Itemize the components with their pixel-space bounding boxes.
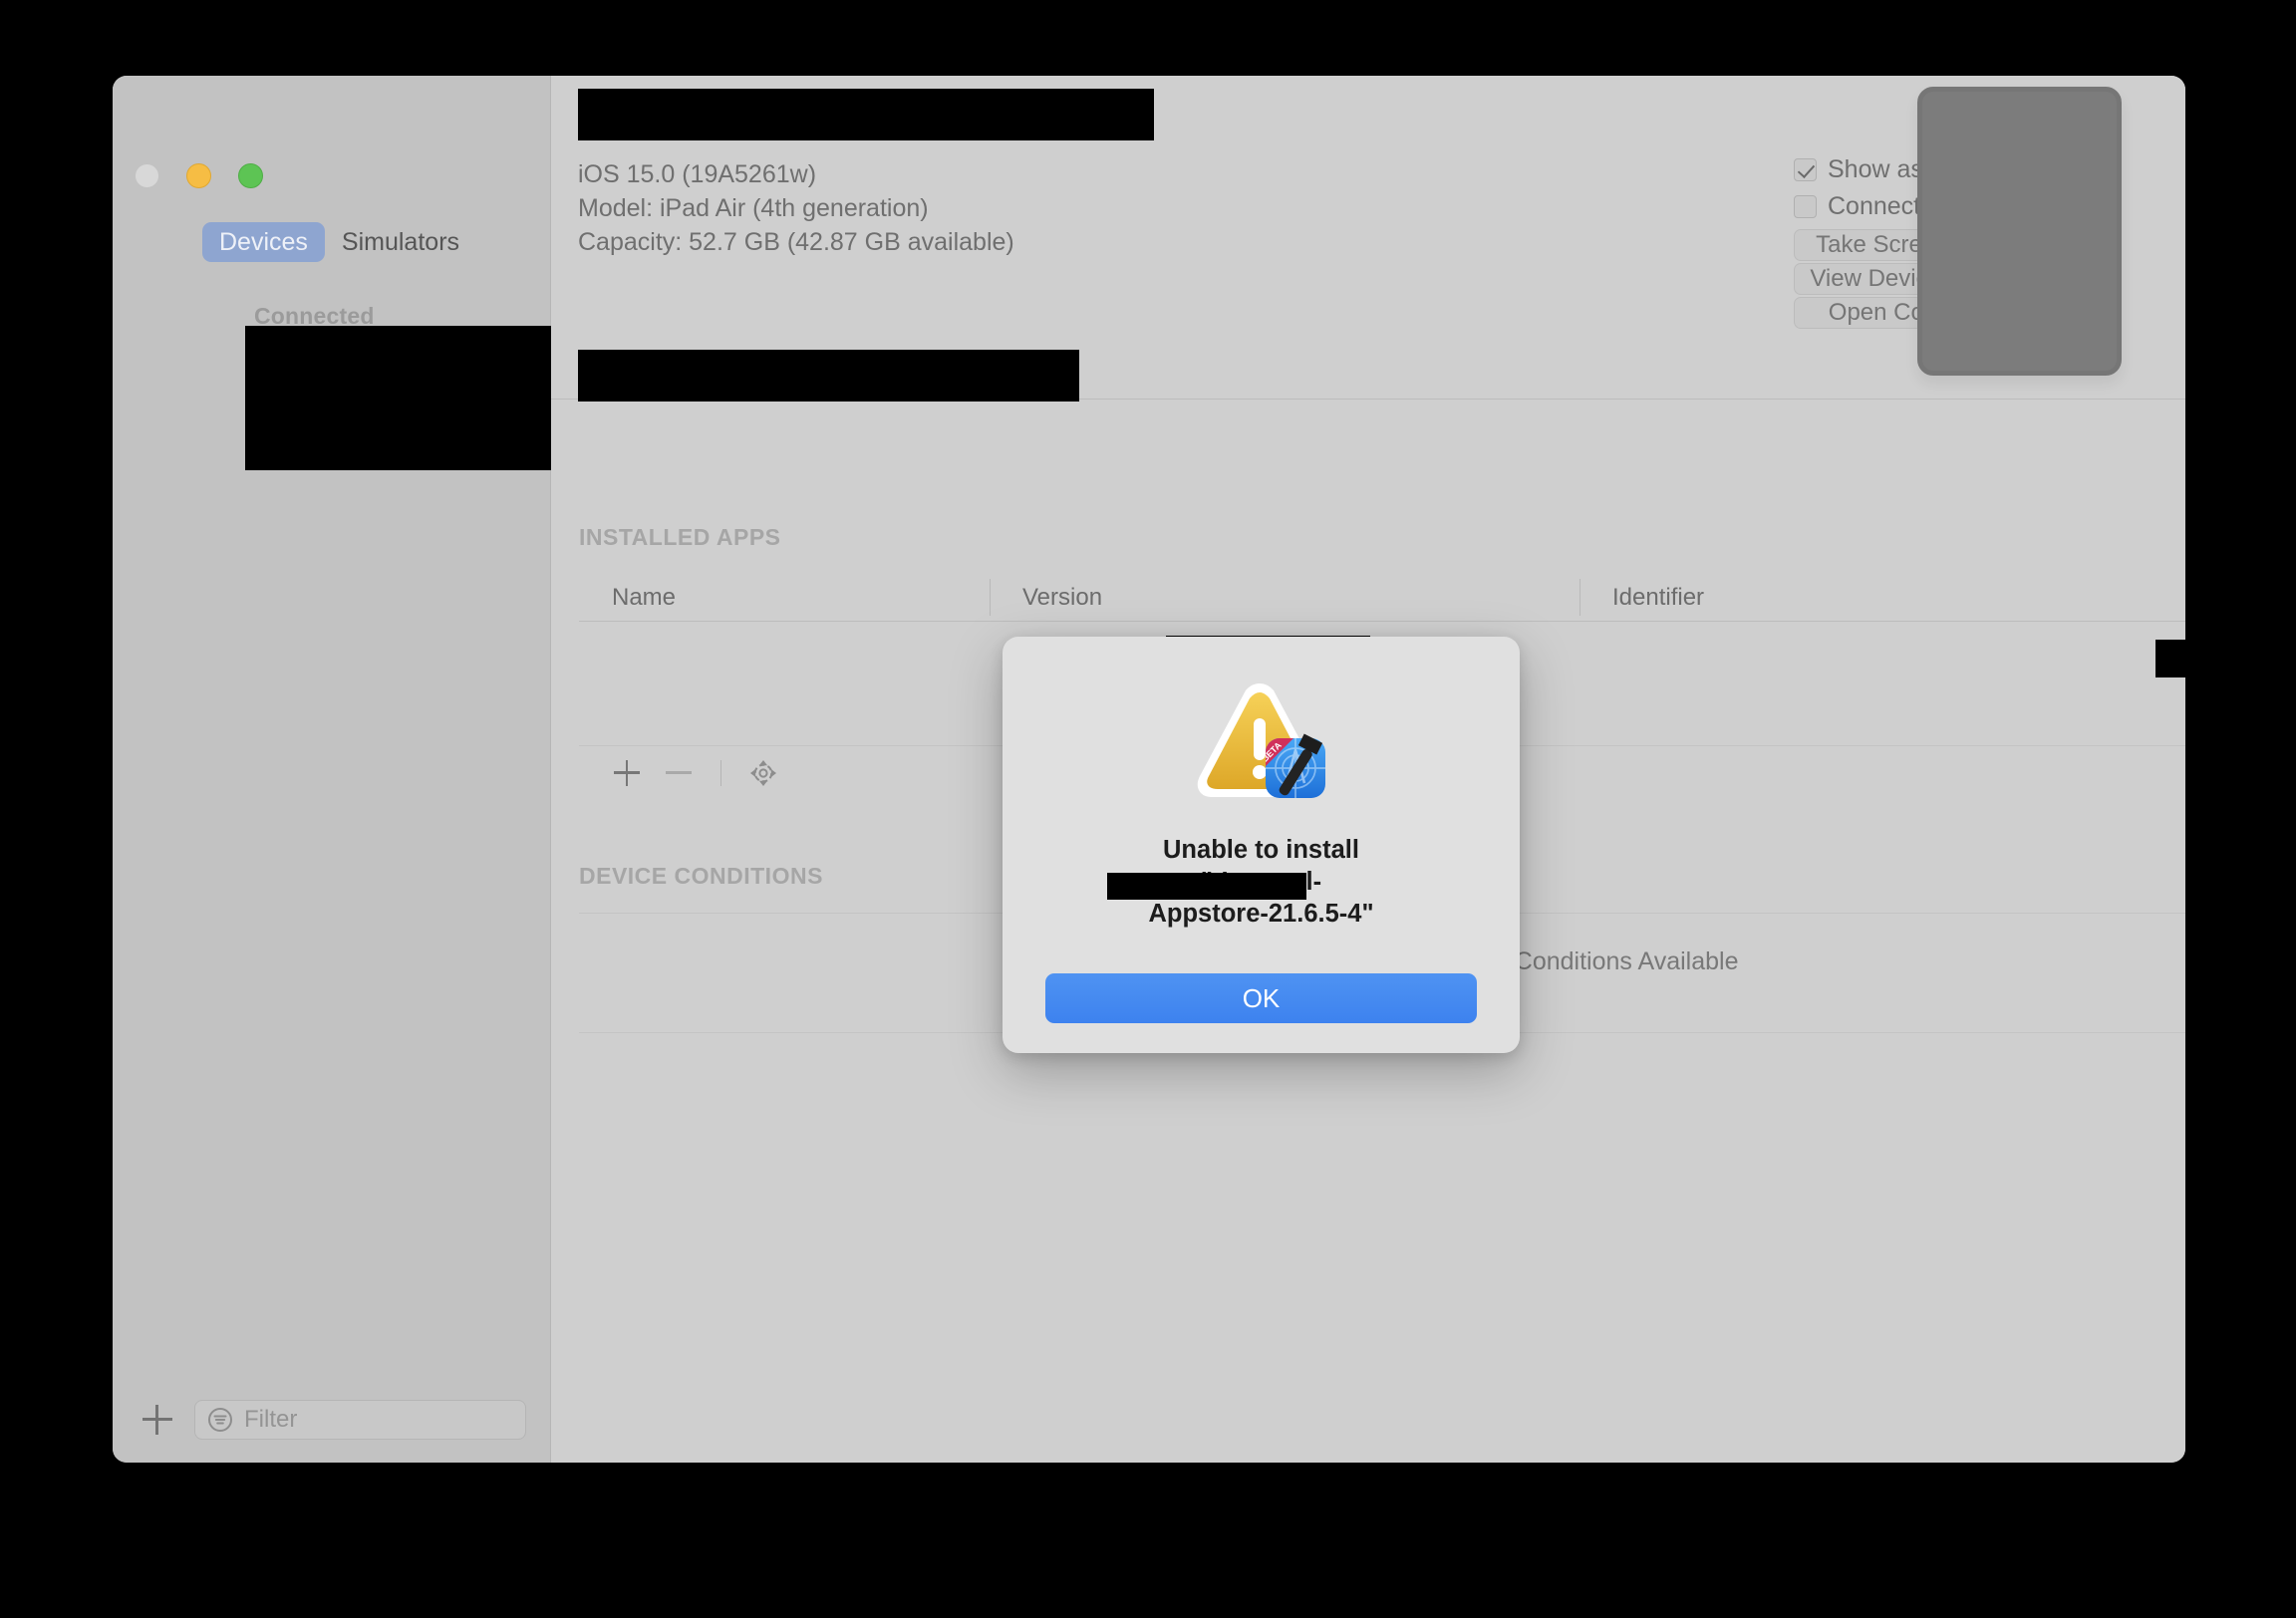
column-header-name[interactable]: Name bbox=[579, 574, 990, 621]
tab-devices[interactable]: Devices bbox=[202, 222, 325, 263]
device-name-redacted bbox=[578, 89, 1154, 140]
column-header-version[interactable]: Version bbox=[990, 574, 1579, 621]
main-panel: iOS 15.0 (19A5261w) Model: iPad Air (4th… bbox=[551, 76, 2185, 1463]
close-window-icon[interactable] bbox=[135, 163, 159, 188]
device-header: iOS 15.0 (19A5261w) Model: iPad Air (4th… bbox=[551, 76, 2185, 402]
filter-input[interactable]: Filter bbox=[194, 1400, 526, 1440]
installed-apps-toolbar bbox=[579, 745, 2185, 799]
column-header-identifier[interactable]: Identifier bbox=[1579, 574, 2185, 621]
traffic-lights bbox=[135, 163, 263, 188]
add-device-button[interactable] bbox=[143, 1405, 172, 1435]
filter-icon bbox=[208, 1408, 232, 1432]
toolbar-divider bbox=[720, 759, 721, 786]
xcode-devices-window: Devices Simulators Connected Filter iOS … bbox=[113, 76, 2185, 1463]
add-app-icon[interactable] bbox=[601, 751, 653, 795]
tab-simulators[interactable]: Simulators bbox=[325, 222, 476, 262]
minimize-window-icon[interactable] bbox=[186, 163, 211, 188]
device-conditions-empty-message: No Device Conditions Available bbox=[1392, 947, 1739, 975]
table-row-app-identifier-redacted[interactable] bbox=[2155, 640, 2185, 677]
sidebar: Devices Simulators Connected Filter bbox=[113, 76, 657, 1463]
installed-apps-table-header: Name Version Identifier bbox=[579, 574, 2185, 622]
device-meta: iOS 15.0 (19A5261w) Model: iPad Air (4th… bbox=[578, 157, 1014, 259]
sidebar-footer: Filter bbox=[113, 1377, 550, 1463]
device-capacity: Capacity: 52.7 GB (42.87 GB available) bbox=[578, 228, 1014, 256]
checkbox-connect-via-network[interactable] bbox=[1794, 194, 1817, 218]
device-model: Model: iPad Air (4th generation) bbox=[578, 194, 929, 222]
table-row-app-name-redacted[interactable] bbox=[1166, 636, 1370, 677]
checkbox-show-as-run-destination[interactable] bbox=[1794, 157, 1817, 181]
app-settings-gear-icon[interactable] bbox=[737, 751, 789, 795]
device-identifier-redacted bbox=[578, 350, 1079, 402]
device-os-version: iOS 15.0 (19A5261w) bbox=[578, 160, 817, 188]
filter-placeholder: Filter bbox=[244, 1406, 298, 1433]
remove-app-icon[interactable] bbox=[653, 751, 705, 795]
device-conditions-bottom-divider bbox=[579, 1032, 2185, 1033]
devices-simulators-segmented-control: Devices Simulators bbox=[202, 222, 476, 263]
maximize-window-icon[interactable] bbox=[238, 163, 263, 188]
installed-apps-section-label: INSTALLED APPS bbox=[579, 524, 781, 550]
device-conditions-top-divider bbox=[579, 913, 2185, 914]
ipad-silhouette-image bbox=[1917, 87, 2122, 376]
device-conditions-section-label: DEVICE CONDITIONS bbox=[579, 863, 823, 889]
gear-icon-svg bbox=[749, 759, 777, 786]
